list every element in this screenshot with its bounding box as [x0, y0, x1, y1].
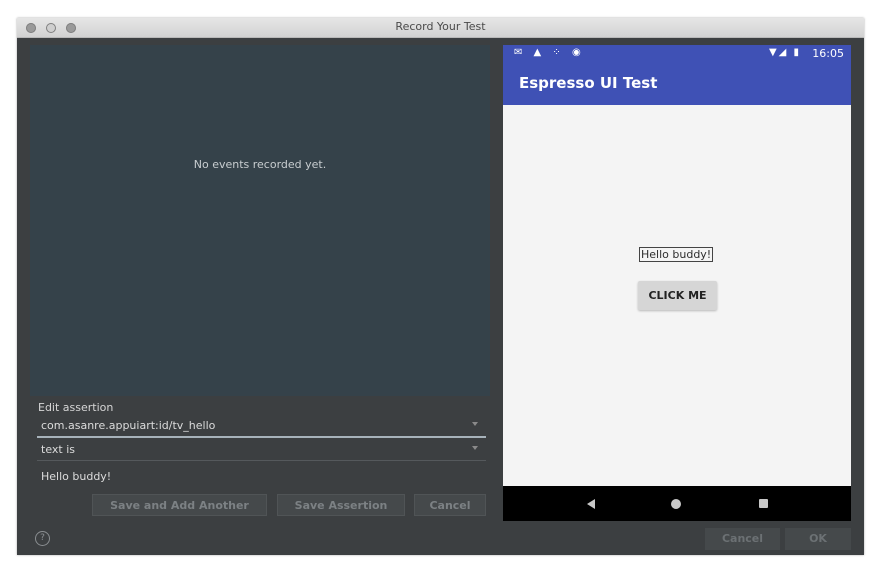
click-me-button[interactable]: CLICK ME	[638, 281, 717, 310]
assertion-value-text: Hello buddy!	[41, 470, 112, 483]
no-events-message: No events recorded yet.	[193, 158, 327, 171]
notification-icons: ✉ ▲ ⁘ ◉	[514, 47, 585, 58]
status-time: 16:05	[812, 47, 844, 60]
app-title: Espresso UI Test	[519, 74, 658, 92]
recent-apps-icon[interactable]	[759, 499, 768, 508]
assertion-value-input[interactable]: Hello buddy!	[37, 467, 486, 487]
chevron-down-icon	[472, 422, 478, 426]
element-id-select[interactable]: com.asanre.appuiart:id/tv_hello	[37, 416, 486, 438]
title-bar: Record Your Test	[17, 18, 864, 38]
element-id-value: com.asanre.appuiart:id/tv_hello	[41, 419, 216, 432]
window-title: Record Your Test	[395, 20, 486, 33]
hello-textview[interactable]: Hello buddy!	[639, 247, 714, 262]
help-icon[interactable]: ?	[35, 531, 50, 546]
condition-value: text is	[41, 443, 75, 456]
assertion-condition-select[interactable]: text is	[37, 440, 486, 461]
edit-assertion-label: Edit assertion	[38, 401, 114, 414]
save-and-add-another-button[interactable]: Save and Add Another	[92, 494, 267, 516]
cancel-button[interactable]: Cancel	[705, 528, 780, 550]
home-icon[interactable]	[671, 499, 681, 509]
ok-button[interactable]: OK	[785, 528, 851, 550]
app-content: Hello buddy! CLICK ME	[503, 105, 851, 486]
device-screen: ✉ ▲ ⁘ ◉ ▼◢ ▮ 16:05 Espresso UI Test Hell…	[503, 45, 851, 521]
save-assertion-button[interactable]: Save Assertion	[277, 494, 405, 516]
back-icon[interactable]	[587, 499, 595, 509]
android-status-bar: ✉ ▲ ⁘ ◉ ▼◢ ▮ 16:05	[503, 45, 851, 62]
signal-battery-icon: ▼◢ ▮	[768, 47, 801, 58]
chevron-down-icon	[472, 446, 478, 450]
cancel-assertion-button[interactable]: Cancel	[414, 494, 486, 516]
android-nav-bar	[503, 486, 851, 521]
record-test-dialog: Record Your Test No events recorded yet.…	[17, 18, 864, 555]
events-panel: No events recorded yet.	[30, 45, 490, 396]
app-bar: Espresso UI Test	[503, 62, 851, 105]
